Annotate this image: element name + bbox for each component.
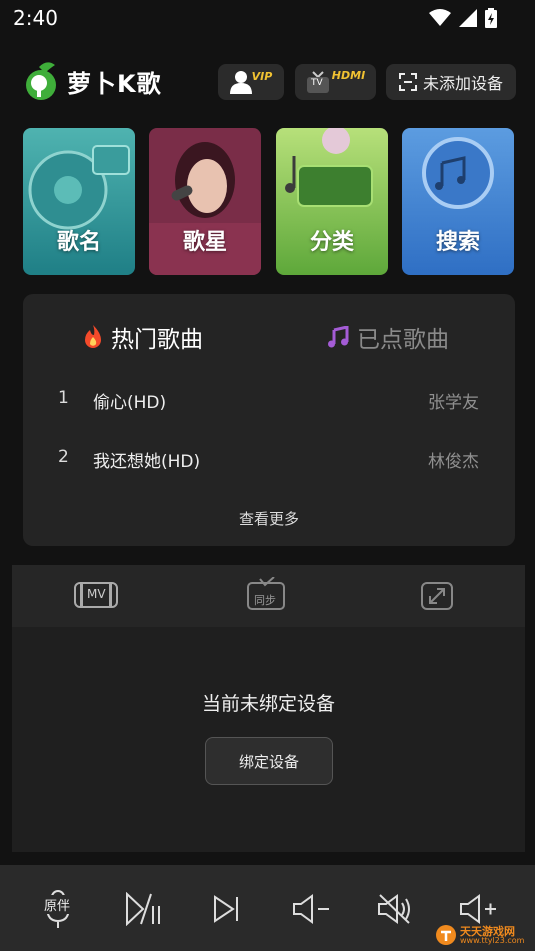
battery-icon: [485, 8, 497, 28]
status-bar: 2:40: [0, 0, 535, 36]
song-row[interactable]: 1 偷心(HD) 张学友: [23, 388, 515, 418]
mv-mode-button[interactable]: MV: [74, 581, 118, 613]
mode-bar: MV 同步: [12, 565, 525, 627]
add-device-button[interactable]: 未添加设备: [386, 64, 516, 100]
music-note-icon: [328, 326, 349, 348]
device-panel: 当前未绑定设备 绑定设备: [12, 627, 525, 852]
fullscreen-icon: [421, 582, 453, 610]
song-title: 我还想她(HD): [93, 452, 201, 472]
user-icon: [229, 71, 252, 94]
sync-label: 同步: [254, 594, 276, 607]
next-song-button[interactable]: [204, 887, 248, 931]
status-icons: [429, 8, 497, 28]
watermark-logo-icon: [436, 925, 456, 945]
vip-tag: VIP: [251, 69, 273, 83]
wifi-icon: [429, 9, 451, 26]
vip-button[interactable]: VIP: [218, 64, 284, 100]
song-number: 2: [58, 447, 69, 467]
radish-logo-icon: [26, 62, 56, 100]
tab-queued-label: 已点歌曲: [357, 327, 449, 353]
signal-icon: [459, 9, 477, 27]
play-pause-button[interactable]: [121, 887, 165, 931]
tile-label: 歌名: [56, 230, 101, 255]
volume-up-icon: [460, 894, 496, 924]
scan-icon: [398, 73, 417, 91]
song-row[interactable]: 2 我还想她(HD) 林俊杰: [23, 447, 515, 477]
tile-category[interactable]: 分类: [276, 128, 388, 275]
flame-icon: [85, 325, 101, 348]
mute-icon: [378, 894, 410, 924]
song-artist: 林俊杰: [428, 452, 479, 472]
original-accompany-toggle[interactable]: 原伴: [36, 887, 80, 931]
watermark-url: www.ttyl23.com: [460, 936, 525, 945]
tile-search[interactable]: 搜索: [402, 128, 514, 275]
hdmi-tag: HDMI: [331, 68, 366, 82]
tab-queued-songs[interactable]: 已点歌曲: [327, 320, 449, 354]
logo-text: 萝卜K歌: [67, 69, 162, 98]
bind-device-button[interactable]: 绑定设备: [205, 737, 333, 785]
sync-mode-button[interactable]: 同步: [246, 576, 286, 615]
volume-down-button[interactable]: [289, 887, 333, 931]
volume-down-icon: [293, 894, 329, 924]
song-title: 偷心(HD): [93, 393, 167, 413]
songs-card: 热门歌曲 已点歌曲 1 偷心(HD) 张学友 2 我还想她(HD) 林俊杰 查看…: [23, 294, 515, 546]
site-watermark: 天天游戏网 www.ttyl23.com: [435, 923, 531, 947]
no-device-message: 当前未绑定设备: [201, 693, 335, 715]
play-pause-icon: [126, 892, 160, 926]
mute-button[interactable]: [373, 887, 417, 931]
hdmi-button[interactable]: TV HDMI: [295, 64, 376, 100]
mv-label: MV: [87, 587, 106, 601]
add-device-label: 未添加设备: [422, 74, 503, 93]
song-number: 1: [58, 388, 69, 408]
app-logo: 萝卜K歌: [23, 61, 162, 101]
skip-next-icon: [214, 895, 238, 923]
original-accompany-label: 原伴: [44, 895, 71, 914]
fullscreen-button[interactable]: [420, 581, 454, 615]
song-artist: 张学友: [428, 393, 479, 413]
tile-label: 歌星: [182, 230, 227, 255]
tile-song-name[interactable]: 歌名: [23, 128, 135, 275]
tv-tag: TV: [311, 78, 323, 88]
tab-hot-songs[interactable]: 热门歌曲: [83, 320, 203, 354]
tab-hot-label: 热门歌曲: [111, 327, 203, 353]
tile-singer[interactable]: 歌星: [149, 128, 261, 275]
tile-label: 搜索: [435, 230, 480, 255]
tile-label: 分类: [309, 230, 354, 255]
view-more-link[interactable]: 查看更多: [23, 508, 515, 529]
status-time: 2:40: [13, 6, 58, 30]
